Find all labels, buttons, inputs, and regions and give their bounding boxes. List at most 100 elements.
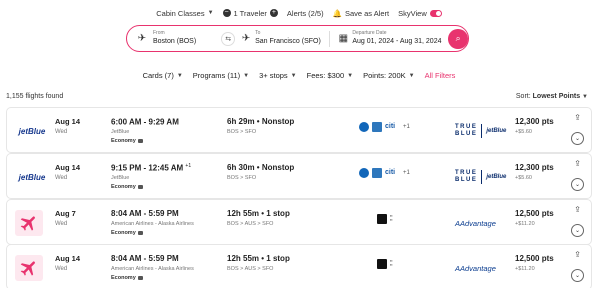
expand-chevron-icon[interactable]: ⌄ xyxy=(571,178,584,191)
sort-value: Lowest Points xyxy=(532,93,581,100)
program-top-text: AAdvantage xyxy=(455,263,496,273)
airline-logo-text: jetBlue xyxy=(18,126,46,136)
date-input[interactable]: Aug 01, 2024 - Aug 31, 2024 xyxy=(352,38,441,45)
flight-duration: 12h 55m • 1 stop xyxy=(227,254,290,263)
share-icon[interactable]: ⇪ xyxy=(574,250,581,259)
sort-dropdown[interactable]: Sort: Lowest Points ▼ xyxy=(516,93,588,100)
chevron-down-icon: ▼ xyxy=(290,72,297,79)
flight-card[interactable]: Aug 14 Wed 8:04 AM - 5:59 PM American Ai… xyxy=(6,244,592,288)
calendar-icon: ▦ xyxy=(338,33,349,44)
cards-filter[interactable]: Cards (7) ▼ xyxy=(143,71,183,80)
loyalty-program-logo: TRUE BLUE jetBlue xyxy=(455,165,506,189)
transfer-cards[interactable]: citi +1 xyxy=(359,168,410,178)
flight-route: BOS > SFO xyxy=(227,175,257,181)
points-filter-label: Points: 200K xyxy=(363,71,406,80)
fees-filter[interactable]: Fees: $300 ▼ xyxy=(307,71,353,80)
chase-card-icon xyxy=(359,122,369,132)
loyalty-program-logo: AAdvantage xyxy=(455,211,496,235)
flight-duration: 12h 55m • 1 stop xyxy=(227,209,290,218)
share-icon[interactable]: ⇪ xyxy=(574,205,581,214)
points-price: 12,300 pts xyxy=(515,163,554,172)
skyview-label: SkyView xyxy=(398,8,427,18)
flight-card[interactable]: Aug 7 Wed 8:04 AM - 5:59 PM American Air… xyxy=(6,199,592,245)
airline-logo-text: jetBlue xyxy=(18,172,46,182)
flight-weekday: Wed xyxy=(55,221,68,227)
loyalty-program-logo: TRUE BLUE jetBlue xyxy=(455,119,506,143)
program-side-text: jetBlue xyxy=(486,128,507,134)
stops-filter-label: 3+ stops xyxy=(259,71,288,80)
flight-times-text: 9:15 PM - 12:45 AM xyxy=(111,163,184,173)
to-input[interactable]: San Francisco (SFO) xyxy=(255,38,321,45)
flight-weekday: Wed xyxy=(55,129,68,135)
carrier-name: JetBlue xyxy=(111,175,130,181)
fees-filter-label: Fees: $300 xyxy=(306,71,345,80)
flight-duration: 6h 29m • Nonstop xyxy=(227,117,295,126)
to-field[interactable]: ✈ To San Francisco (SFO) xyxy=(235,26,329,51)
skyview-toggle[interactable]: SkyView xyxy=(398,9,442,18)
program-bottom-text: BLUE xyxy=(455,131,478,137)
taxes-fees: +$5.60 xyxy=(515,175,532,181)
cabin-label: Economy xyxy=(111,275,136,281)
airplane-icon xyxy=(15,210,43,236)
transfer-cards[interactable]: ▪▪ ▪▪ xyxy=(377,259,402,269)
seat-icon xyxy=(137,139,143,143)
cabin-classes-dropdown[interactable]: Cabin Classes ▼ xyxy=(156,9,213,18)
traveler-stepper[interactable]: − 1 Traveler + xyxy=(222,8,278,18)
expand-chevron-icon[interactable]: ⌄ xyxy=(571,269,584,282)
departure-date-field[interactable]: ▦ Departure Date Aug 01, 2024 - Aug 31, … xyxy=(330,26,442,51)
traveler-count: 1 Traveler xyxy=(233,8,267,18)
flight-date: Aug 14 xyxy=(55,117,81,126)
search-icon: ⌕ xyxy=(455,33,461,43)
save-alert-label: Save as Alert xyxy=(344,8,390,18)
alerts-button[interactable]: Alerts (2/5) xyxy=(287,9,324,18)
minus-icon[interactable]: − xyxy=(222,9,231,17)
flight-times: 8:04 AM - 5:59 PM xyxy=(111,254,179,263)
taxes-fees: +$5.60 xyxy=(515,129,532,135)
amex-card-icon xyxy=(372,122,382,132)
plus-icon[interactable]: + xyxy=(269,9,278,17)
chevron-down-icon: ▼ xyxy=(347,72,354,79)
cabin-label: Economy xyxy=(111,230,136,236)
more-cards-count: +1 xyxy=(403,124,410,130)
flight-card[interactable]: jetBlue Aug 14 Wed 6:00 AM - 9:29 AM Jet… xyxy=(6,107,592,153)
transfer-cards[interactable]: ▪▪ ▪▪ xyxy=(377,214,402,224)
loyalty-program-logo: AAdvantage xyxy=(455,256,496,280)
programs-filter[interactable]: Programs (11) ▼ xyxy=(193,71,249,80)
top-options-bar: Cabin Classes ▼ − 1 Traveler + Alerts (2… xyxy=(0,6,598,20)
share-icon[interactable]: ⇪ xyxy=(574,159,581,168)
save-alert-button[interactable]: 🔔 Save as Alert xyxy=(333,9,390,18)
trueblue-logo: TRUE BLUE xyxy=(455,170,477,184)
flight-route: BOS > AUS > SFO xyxy=(227,266,274,272)
flight-route: BOS > SFO xyxy=(227,129,257,135)
from-field[interactable]: ✈ From Boston (BOS) xyxy=(127,26,225,51)
flight-times: 9:15 PM - 12:45 AM +1 xyxy=(111,163,191,173)
chevron-down-icon: ▼ xyxy=(408,72,415,79)
plane-landing-icon: ✈ xyxy=(241,33,251,44)
chevron-down-icon: ▼ xyxy=(243,72,250,79)
seat-icon xyxy=(137,276,143,280)
divider xyxy=(481,124,483,138)
taxes-fees: +$11.20 xyxy=(515,266,535,272)
points-filter[interactable]: Points: 200K ▼ xyxy=(363,71,414,80)
flight-times: 8:04 AM - 5:59 PM xyxy=(111,209,179,218)
program-top-text: AAdvantage xyxy=(455,218,496,228)
all-filters-button[interactable]: All Filters xyxy=(425,71,456,80)
divider xyxy=(481,170,483,184)
flight-card[interactable]: jetBlue Aug 14 Wed 9:15 PM - 12:45 AM +1… xyxy=(6,153,592,199)
toggle-switch-icon[interactable] xyxy=(429,9,442,17)
stops-filter[interactable]: 3+ stops ▼ xyxy=(259,71,297,80)
expand-chevron-icon[interactable]: ⌄ xyxy=(571,224,584,237)
transfer-cards[interactable]: citi +1 xyxy=(359,122,410,132)
share-icon[interactable]: ⇪ xyxy=(574,113,581,122)
flight-date: Aug 7 xyxy=(55,209,76,218)
flight-search-bar: ✈ From Boston (BOS) ⇆ ✈ To San Francisco… xyxy=(126,25,469,52)
seat-icon xyxy=(137,185,143,189)
carrier-name: JetBlue xyxy=(111,129,130,135)
more-cards-count: +1 xyxy=(403,170,410,176)
search-button[interactable]: ⌕ xyxy=(448,28,468,49)
from-input[interactable]: Boston (BOS) xyxy=(153,38,196,45)
airplane-icon-svg xyxy=(20,261,35,276)
cabin-class: Economy xyxy=(111,230,143,236)
points-price: 12,500 pts xyxy=(515,209,554,218)
expand-chevron-icon[interactable]: ⌄ xyxy=(571,132,584,145)
